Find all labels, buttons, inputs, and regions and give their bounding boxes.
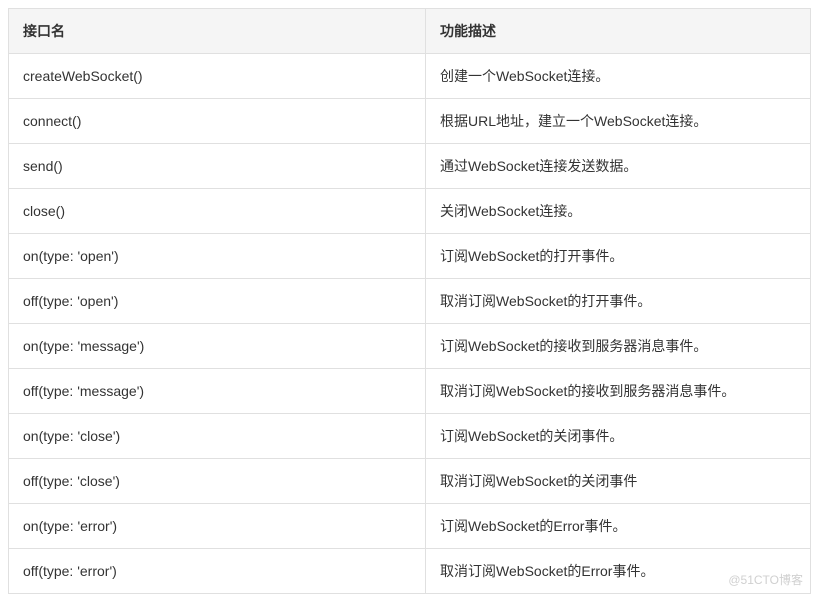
table-row: off(type: 'message') 取消订阅WebSocket的接收到服务… xyxy=(9,369,811,414)
table-row: connect() 根据URL地址，建立一个WebSocket连接。 xyxy=(9,99,811,144)
table-row: close() 关闭WebSocket连接。 xyxy=(9,189,811,234)
cell-description: 根据URL地址，建立一个WebSocket连接。 xyxy=(426,99,811,144)
cell-description: 订阅WebSocket的关闭事件。 xyxy=(426,414,811,459)
cell-interface-name: close() xyxy=(9,189,426,234)
cell-description: 关闭WebSocket连接。 xyxy=(426,189,811,234)
cell-description: 取消订阅WebSocket的关闭事件 xyxy=(426,459,811,504)
cell-interface-name: createWebSocket() xyxy=(9,54,426,99)
table-header-row: 接口名 功能描述 xyxy=(9,9,811,54)
table-row: on(type: 'open') 订阅WebSocket的打开事件。 xyxy=(9,234,811,279)
table-body: createWebSocket() 创建一个WebSocket连接。 conne… xyxy=(9,54,811,594)
cell-interface-name: off(type: 'error') xyxy=(9,549,426,594)
cell-interface-name: off(type: 'open') xyxy=(9,279,426,324)
cell-interface-name: send() xyxy=(9,144,426,189)
header-interface-name: 接口名 xyxy=(9,9,426,54)
cell-interface-name: on(type: 'message') xyxy=(9,324,426,369)
cell-interface-name: off(type: 'close') xyxy=(9,459,426,504)
cell-description: 取消订阅WebSocket的打开事件。 xyxy=(426,279,811,324)
cell-interface-name: connect() xyxy=(9,99,426,144)
table-row: on(type: 'error') 订阅WebSocket的Error事件。 xyxy=(9,504,811,549)
table-row: off(type: 'error') 取消订阅WebSocket的Error事件… xyxy=(9,549,811,594)
table-row: off(type: 'close') 取消订阅WebSocket的关闭事件 xyxy=(9,459,811,504)
cell-description: 创建一个WebSocket连接。 xyxy=(426,54,811,99)
cell-description: 订阅WebSocket的Error事件。 xyxy=(426,504,811,549)
header-description: 功能描述 xyxy=(426,9,811,54)
table-row: send() 通过WebSocket连接发送数据。 xyxy=(9,144,811,189)
table-row: on(type: 'close') 订阅WebSocket的关闭事件。 xyxy=(9,414,811,459)
cell-description: 订阅WebSocket的接收到服务器消息事件。 xyxy=(426,324,811,369)
cell-interface-name: off(type: 'message') xyxy=(9,369,426,414)
table-row: createWebSocket() 创建一个WebSocket连接。 xyxy=(9,54,811,99)
cell-description: 订阅WebSocket的打开事件。 xyxy=(426,234,811,279)
cell-description: 通过WebSocket连接发送数据。 xyxy=(426,144,811,189)
cell-interface-name: on(type: 'open') xyxy=(9,234,426,279)
table-row: off(type: 'open') 取消订阅WebSocket的打开事件。 xyxy=(9,279,811,324)
cell-interface-name: on(type: 'close') xyxy=(9,414,426,459)
cell-interface-name: on(type: 'error') xyxy=(9,504,426,549)
cell-description: 取消订阅WebSocket的接收到服务器消息事件。 xyxy=(426,369,811,414)
table-row: on(type: 'message') 订阅WebSocket的接收到服务器消息… xyxy=(9,324,811,369)
cell-description: 取消订阅WebSocket的Error事件。 xyxy=(426,549,811,594)
api-table: 接口名 功能描述 createWebSocket() 创建一个WebSocket… xyxy=(8,8,811,594)
